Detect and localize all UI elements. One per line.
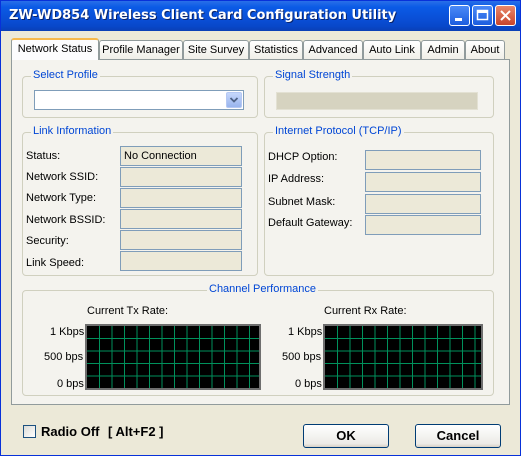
subnet-mask-label: Subnet Mask: [268,196,336,208]
status-field: No Connection [120,146,242,166]
signal-strength-bar [276,92,478,110]
rx-tick-min: 0 bps [295,378,322,390]
link-speed-label: Link Speed: [26,257,85,269]
minimize-icon [455,18,462,21]
network-bssid-field [120,209,242,229]
tab-statistics[interactable]: Statistics [249,40,303,59]
tab-advanced[interactable]: Advanced [303,40,363,59]
chevron-down-icon [229,97,239,103]
security-field [120,230,242,250]
network-bssid-label: Network BSSID: [26,214,106,226]
maximize-button[interactable] [472,5,493,26]
dropdown-arrow-button[interactable] [226,92,242,108]
network-status-panel: Select Profile Signal Strength Link Info… [11,59,510,405]
maximize-icon [476,9,489,21]
rx-tick-max: 1 Kbps [288,326,323,338]
tab-auto-link[interactable]: Auto Link [363,40,421,59]
radio-off-label[interactable]: Radio Off [41,424,100,439]
default-gateway-field [365,215,481,235]
tx-tick-mid: 500 bps [44,351,84,363]
close-button[interactable] [495,5,516,26]
dhcp-option-field [365,150,481,170]
radio-off-shortcut: [ Alt+F2 ] [108,424,164,439]
tx-rate-graph [85,324,261,390]
minimize-button[interactable] [449,5,470,26]
dhcp-option-label: DHCP Option: [268,151,338,163]
profile-dropdown[interactable] [34,90,244,110]
link-information-label: Link Information [31,125,114,137]
network-ssid-label: Network SSID: [26,171,99,183]
tx-tick-max: 1 Kbps [50,326,85,338]
network-type-field [120,188,242,208]
tcpip-label: Internet Protocol (TCP/IP) [273,125,404,137]
tab-profile-manager[interactable]: Profile Manager [99,40,183,59]
ip-address-label: IP Address: [268,173,325,185]
ip-address-field [365,172,481,192]
security-label: Security: [26,235,69,247]
tab-site-survey[interactable]: Site Survey [183,40,249,59]
tx-tick-min: 0 bps [57,378,84,390]
network-ssid-field [120,167,242,187]
status-label: Status: [26,150,61,162]
network-type-label: Network Type: [26,192,97,204]
link-speed-field [120,251,242,271]
title-bar[interactable]: ZW-WD854 Wireless Client Card Configurat… [1,1,520,31]
tab-admin[interactable]: Admin [421,40,465,59]
cancel-button[interactable]: Cancel [415,424,501,448]
subnet-mask-field [365,194,481,214]
rx-graph-grid [325,326,481,388]
radio-off-checkbox[interactable] [23,425,36,438]
tx-graph-grid [87,326,259,388]
default-gateway-label: Default Gateway: [268,217,353,229]
ok-button[interactable]: OK [303,424,389,448]
rx-rate-graph [323,324,483,390]
close-icon [500,10,511,21]
channel-performance-label: Channel Performance [207,283,319,295]
window-title: ZW-WD854 Wireless Client Card Configurat… [9,8,397,23]
select-profile-label: Select Profile [31,69,100,81]
signal-strength-label: Signal Strength [273,69,353,81]
configuration-window: ZW-WD854 Wireless Client Card Configurat… [0,0,521,456]
tab-network-status[interactable]: Network Status [11,38,99,60]
rx-rate-title: Current Rx Rate: [324,305,407,317]
rx-tick-mid: 500 bps [282,351,322,363]
tab-about[interactable]: About [465,40,505,59]
tx-rate-title: Current Tx Rate: [87,305,169,317]
